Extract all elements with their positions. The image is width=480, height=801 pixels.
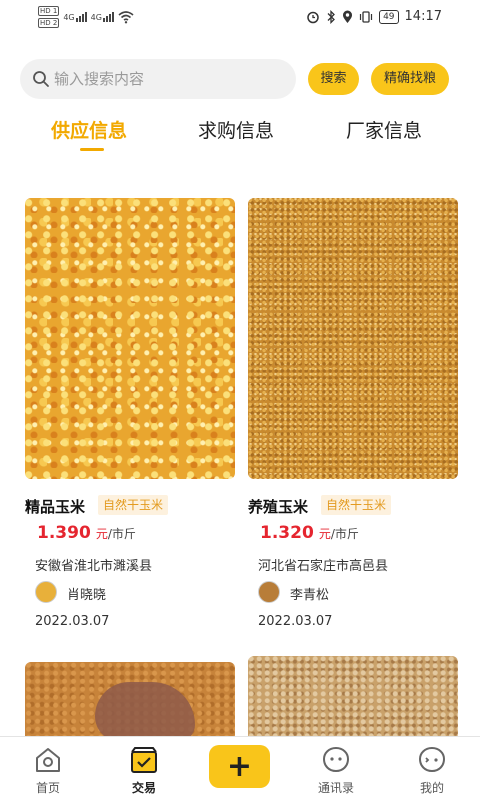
listing-title: 养殖玉米 [248, 498, 309, 516]
sim1-hd-badge: HD 1 [38, 6, 60, 16]
search-button[interactable]: 搜索 [308, 63, 359, 95]
listing-location: 安徽省淮北市濉溪县 [35, 559, 153, 574]
nav-home-label: 首页 [35, 781, 60, 795]
tab-manufacturer-info[interactable]: 厂家信息 [346, 116, 422, 143]
sim2-hd-badge: HD 2 [38, 18, 60, 28]
seller-name: 李青松 [290, 588, 330, 603]
seller-avatar [35, 581, 57, 603]
listing-price: 1.390 元/市斤 [37, 523, 136, 543]
price-value: 1.390 [37, 523, 91, 543]
listing-title: 精品玉米 [25, 498, 86, 516]
vibrate-icon [359, 10, 373, 23]
signal-2-icon: 4G [91, 12, 114, 22]
listing-price: 1.320 元/市斤 [260, 523, 359, 543]
price-currency: 元 [318, 527, 331, 541]
seller-avatar [258, 581, 280, 603]
price-unit: /市斤 [107, 527, 136, 541]
price-currency: 元 [95, 527, 108, 541]
listing-tag: 自然干玉米 [321, 495, 392, 515]
bluetooth-icon [327, 9, 335, 24]
location-icon [343, 10, 353, 23]
sim-indicators: HD 1 HD 2 [38, 6, 60, 28]
status-bar: HD 1 HD 2 4G 4G 49 14:17 [0, 0, 480, 36]
profile-icon [418, 746, 446, 773]
precise-find-grain-button[interactable]: 精确找粮 [371, 63, 449, 95]
seller-name: 肖晓晓 [67, 588, 107, 603]
listing-date: 2022.03.07 [258, 614, 333, 629]
status-left: HD 1 HD 2 4G 4G [38, 6, 134, 28]
search-input[interactable] [54, 59, 284, 99]
listing-card[interactable]: 养殖玉米 自然干玉米 1.320 元/市斤 河北省石家庄市高邑县 李青松 202… [248, 198, 458, 638]
battery-indicator: 49 [379, 9, 399, 24]
clock: 14:17 [404, 9, 442, 24]
search-icon [33, 71, 49, 87]
plus-icon: + [226, 749, 253, 784]
network-type-1: 4G [63, 13, 75, 22]
nav-mine[interactable]: 我的 [397, 737, 467, 801]
nav-trade[interactable]: 交易 [109, 737, 179, 801]
tab-supply-info[interactable]: 供应信息 [51, 116, 127, 143]
hand-holding-corn [95, 682, 195, 742]
active-tab-indicator [80, 148, 104, 151]
alarm-icon [307, 11, 319, 23]
listing-image [25, 662, 235, 742]
home-icon [36, 748, 60, 772]
network-type-2: 4G [90, 13, 102, 22]
listing-card-partial[interactable] [25, 662, 235, 742]
nav-trade-label: 交易 [131, 781, 156, 795]
wifi-icon [118, 11, 134, 24]
listing-date: 2022.03.07 [35, 614, 110, 629]
listing-image [248, 198, 458, 479]
price-unit: /市斤 [330, 527, 359, 541]
nav-home[interactable]: 首页 [13, 737, 83, 801]
listing-card-partial[interactable] [248, 656, 458, 742]
tab-purchase-info[interactable]: 求购信息 [198, 116, 274, 143]
listing-tag: 自然干玉米 [98, 495, 169, 515]
price-value: 1.320 [260, 523, 314, 543]
trade-icon [131, 747, 157, 773]
status-right: 49 14:17 [306, 9, 442, 24]
nav-contacts[interactable]: 通讯录 [301, 737, 371, 801]
add-listing-button[interactable]: + [209, 745, 270, 788]
listing-image [25, 198, 235, 479]
signal-1-icon: 4G [63, 12, 87, 22]
contacts-icon [322, 746, 350, 773]
search-box[interactable] [20, 59, 296, 99]
listing-card[interactable]: 精品玉米 自然干玉米 1.390 元/市斤 安徽省淮北市濉溪县 肖晓晓 2022… [25, 198, 235, 638]
listing-location: 河北省石家庄市高邑县 [258, 559, 389, 574]
listing-image [248, 656, 458, 742]
nav-contacts-label: 通讯录 [317, 781, 354, 795]
nav-mine-label: 我的 [419, 781, 444, 795]
